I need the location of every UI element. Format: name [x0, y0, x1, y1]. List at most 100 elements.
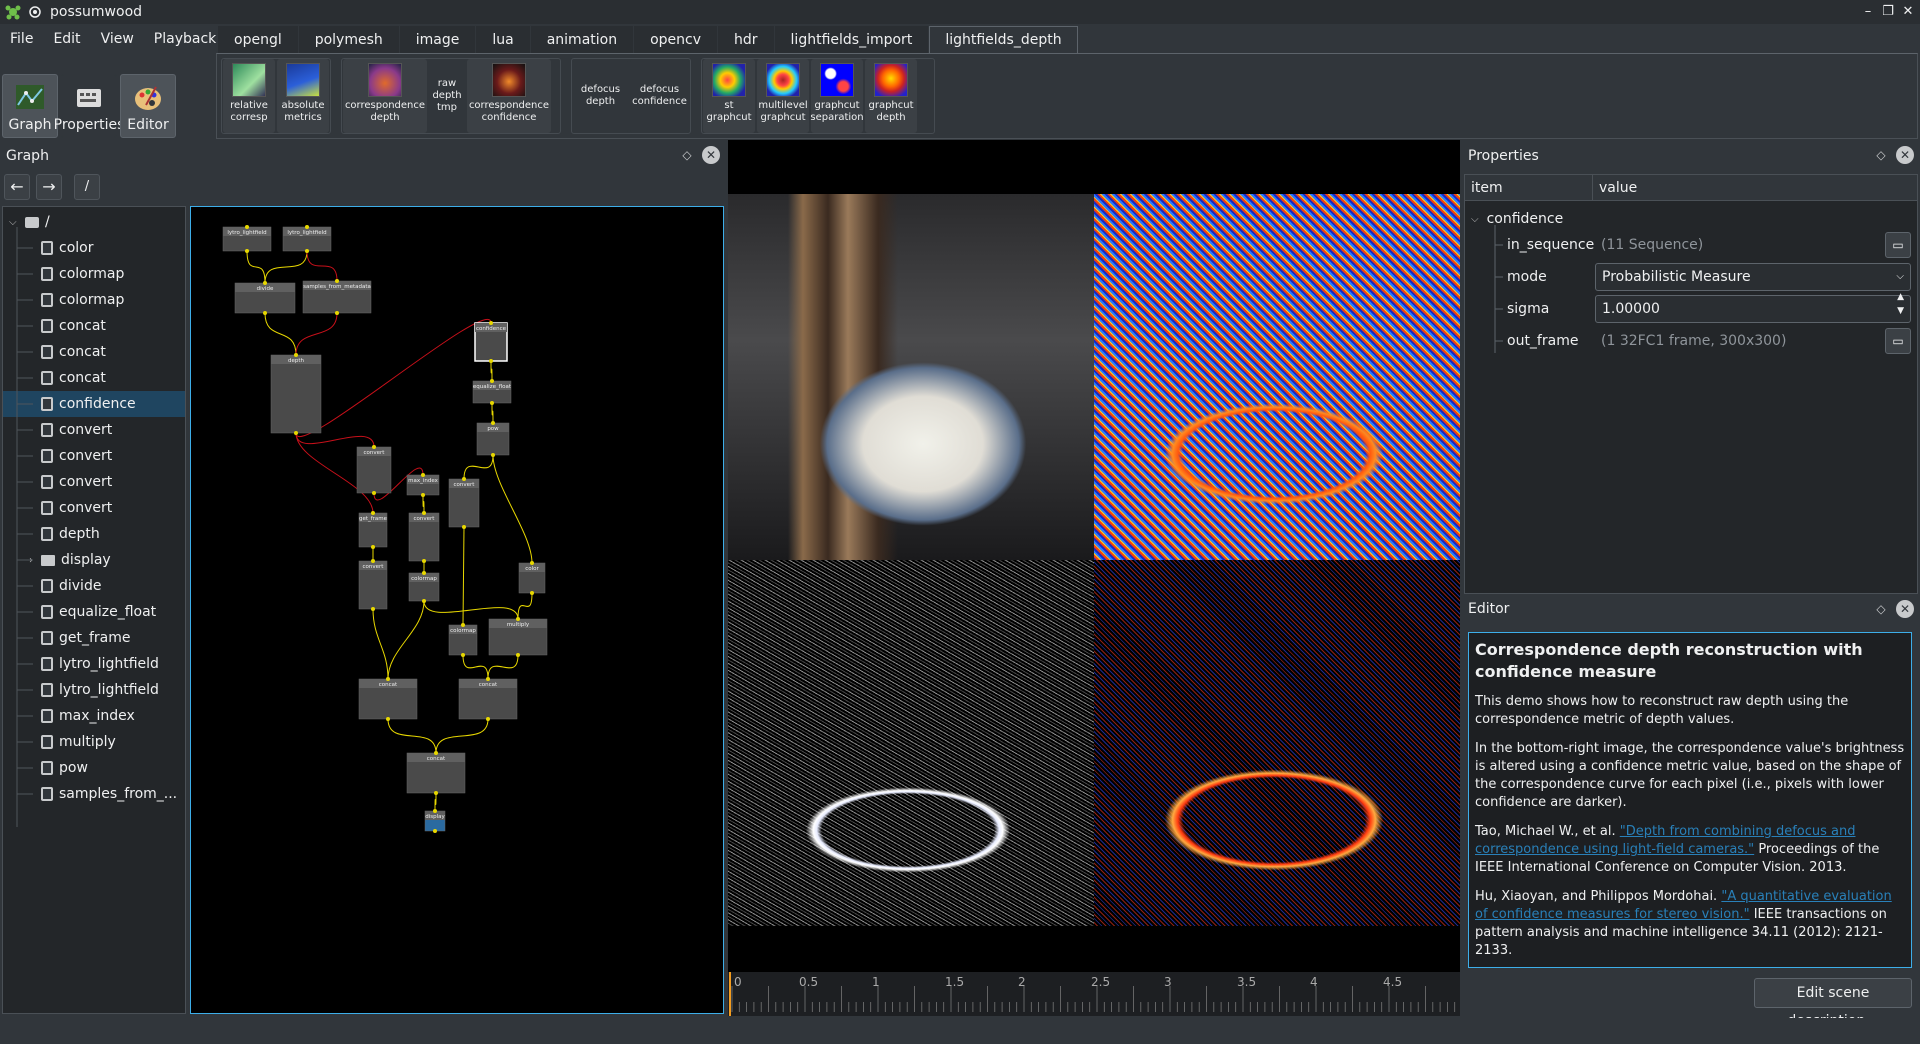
- st-graphcut-button[interactable]: st graphcut: [703, 59, 755, 133]
- properties-mode-button[interactable]: Properties: [54, 74, 124, 138]
- input-port[interactable]: [245, 225, 249, 229]
- input-port[interactable]: [434, 751, 438, 755]
- input-port[interactable]: [433, 809, 437, 813]
- output-port[interactable]: [461, 653, 465, 657]
- output-port[interactable]: [421, 493, 425, 497]
- input-port[interactable]: [461, 623, 465, 627]
- tab-lightfields-depth[interactable]: lightfields_depth: [929, 26, 1078, 54]
- properties-close-icon[interactable]: ✕: [1896, 146, 1914, 164]
- output-port[interactable]: [489, 359, 493, 363]
- node-box[interactable]: [270, 354, 322, 434]
- chevron-down-icon[interactable]: ⌵: [9, 217, 21, 228]
- output-port[interactable]: [490, 401, 494, 405]
- forward-arrow-icon[interactable]: →: [36, 174, 62, 200]
- input-port[interactable]: [489, 321, 493, 325]
- node-divide[interactable]: divide: [234, 281, 296, 315]
- input-port[interactable]: [516, 617, 520, 621]
- tab-opengl[interactable]: opengl: [218, 26, 298, 54]
- input-port[interactable]: [294, 353, 298, 357]
- node-lytro2[interactable]: lytro_lightfield: [282, 225, 332, 253]
- path-breadcrumb[interactable]: /: [74, 174, 100, 200]
- node-concat2[interactable]: concat: [458, 677, 518, 721]
- node-concat3[interactable]: concat: [406, 751, 466, 795]
- output-port[interactable]: [491, 453, 495, 457]
- graphcut-depth-button[interactable]: graphcut depth: [865, 59, 917, 133]
- output-port[interactable]: [371, 607, 375, 611]
- output-port[interactable]: [245, 249, 249, 253]
- timeline[interactable]: 0 0.5 1 1.5 2 2.5 3 3.5 4 4.5: [728, 972, 1460, 1016]
- node-equalize[interactable]: equalize_float: [472, 379, 512, 405]
- input-port[interactable]: [422, 511, 426, 515]
- input-port[interactable]: [371, 511, 375, 515]
- output-port[interactable]: [335, 311, 339, 315]
- node-get_frame[interactable]: get_frame: [358, 511, 388, 549]
- properties-float-icon[interactable]: ◇: [1872, 146, 1890, 164]
- in-sequence-inspect-icon[interactable]: ▭: [1885, 232, 1911, 258]
- input-port[interactable]: [462, 477, 466, 481]
- menu-view[interactable]: View: [91, 31, 144, 47]
- node-samples[interactable]: samples_from_metadata: [302, 279, 372, 315]
- node-color[interactable]: color: [518, 561, 546, 595]
- node-colormap2[interactable]: colormap: [448, 623, 478, 657]
- output-port[interactable]: [371, 545, 375, 549]
- output-port[interactable]: [386, 717, 390, 721]
- output-port[interactable]: [305, 249, 309, 253]
- graph-mode-button[interactable]: Graph: [2, 74, 58, 138]
- correspondence-confidence-button[interactable]: correspondence confidence: [467, 59, 551, 133]
- graphcut-separation-button[interactable]: graphcut separation: [810, 59, 864, 133]
- node-convert2[interactable]: convert: [448, 477, 480, 529]
- input-port[interactable]: [335, 279, 339, 283]
- output-port[interactable]: [294, 431, 298, 435]
- timeline-ruler[interactable]: 0 0.5 1 1.5 2 2.5 3 3.5 4 4.5: [728, 972, 1460, 1016]
- input-port[interactable]: [386, 677, 390, 681]
- node-lytro1[interactable]: lytro_lightfield: [222, 225, 272, 253]
- input-port[interactable]: [486, 677, 490, 681]
- input-port[interactable]: [491, 421, 495, 425]
- absolute-metrics-button[interactable]: absolute metrics: [277, 59, 329, 133]
- input-port[interactable]: [530, 561, 534, 565]
- node-multiply[interactable]: multiply: [488, 617, 548, 657]
- relative-corresp-button[interactable]: relative corresp: [223, 59, 275, 133]
- tab-lightfields-import[interactable]: lightfields_import: [774, 26, 929, 54]
- node-max_index[interactable]: max_index: [406, 473, 440, 497]
- node-confidence[interactable]: confidence: [474, 321, 508, 363]
- column-header-item[interactable]: item: [1465, 175, 1593, 201]
- pin-icon[interactable]: [28, 5, 42, 19]
- menu-file[interactable]: File: [0, 31, 43, 47]
- sigma-spinbox[interactable]: 1.00000 ▲ ▼: [1595, 292, 1911, 323]
- input-port[interactable]: [421, 473, 425, 477]
- edit-scene-description-button[interactable]: Edit scene description...: [1754, 978, 1912, 1029]
- raw-depth-tmp-button[interactable]: raw depth tmp: [429, 59, 465, 133]
- output-port[interactable]: [422, 599, 426, 603]
- node-convert4[interactable]: convert: [358, 559, 388, 611]
- mode-select[interactable]: Probabilistic Measure ⌵: [1595, 263, 1911, 291]
- tab-image[interactable]: image: [399, 26, 476, 54]
- editor-float-icon[interactable]: ◇: [1872, 600, 1890, 618]
- graph-float-icon[interactable]: ◇: [678, 146, 696, 164]
- node-concat1[interactable]: concat: [358, 677, 418, 721]
- node-graph[interactable]: lytro_lightfield lytro_lightfielddivide sa…: [191, 207, 723, 1013]
- maximize-button[interactable]: ❐: [1878, 2, 1898, 22]
- defocus-confidence-button[interactable]: defocus confidence: [630, 59, 689, 133]
- input-port[interactable]: [305, 225, 309, 229]
- tab-opencv[interactable]: opencv: [634, 26, 718, 54]
- output-port[interactable]: [434, 791, 438, 795]
- correspondence-depth-button[interactable]: correspondence depth: [343, 59, 427, 133]
- tab-hdr[interactable]: hdr: [718, 26, 774, 54]
- tab-polymesh[interactable]: polymesh: [298, 26, 399, 54]
- input-port[interactable]: [371, 559, 375, 563]
- menu-edit[interactable]: Edit: [43, 31, 90, 47]
- output-port[interactable]: [486, 717, 490, 721]
- minimize-button[interactable]: –: [1858, 2, 1878, 22]
- menu-playback[interactable]: Playback: [144, 31, 226, 47]
- node-convert1[interactable]: convert: [356, 445, 392, 495]
- input-port[interactable]: [422, 571, 426, 575]
- column-header-value[interactable]: value: [1593, 175, 1917, 201]
- input-port[interactable]: [490, 379, 494, 383]
- output-port[interactable]: [263, 311, 267, 315]
- out-frame-inspect-icon[interactable]: ▭: [1885, 328, 1911, 354]
- multilevel-graphcut-button[interactable]: multilevel graphcut: [757, 59, 809, 133]
- node-convert3[interactable]: convert: [408, 511, 440, 563]
- input-port[interactable]: [372, 445, 376, 449]
- defocus-depth-button[interactable]: defocus depth: [573, 59, 629, 133]
